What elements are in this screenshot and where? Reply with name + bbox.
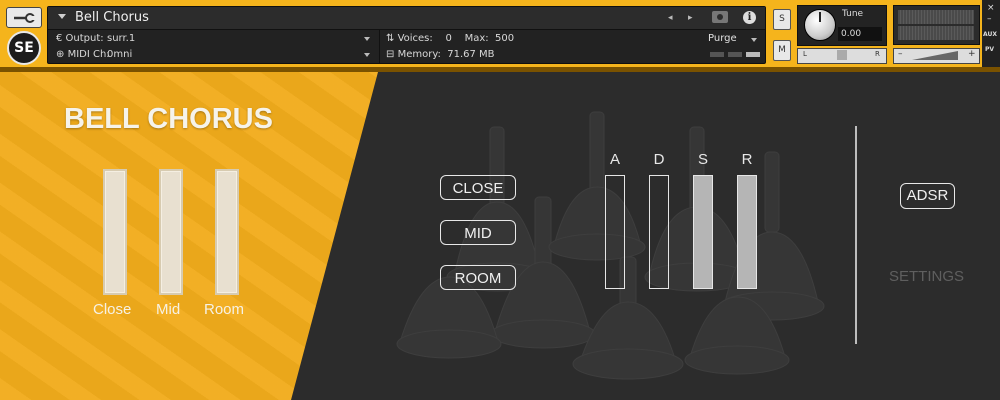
window-controls: × – AUX PV — [982, 0, 1000, 67]
mute-button[interactable]: M — [773, 40, 791, 61]
volume-slider[interactable]: – + — [893, 48, 980, 64]
mid-slider-label: Mid — [156, 301, 181, 318]
tune-label: Tune — [842, 9, 864, 19]
release-fill — [738, 176, 756, 288]
memory-label: Memory: — [397, 49, 441, 60]
solo-button[interactable]: S — [773, 9, 791, 30]
midi-channel-row[interactable]: ⊕ MIDI Ch: 0mni — [48, 47, 378, 63]
output-label-text: Output: — [65, 33, 104, 44]
level-meter-left — [898, 10, 974, 24]
aux-button[interactable]: AUX — [983, 31, 997, 38]
release-label: R — [741, 151, 753, 168]
close-mic-button[interactable]: CLOSE — [440, 175, 516, 200]
next-instrument-icon[interactable]: ▸ — [688, 13, 693, 23]
attack-slider[interactable] — [605, 175, 625, 289]
room-mic-button[interactable]: ROOM — [440, 265, 516, 290]
room-mix-slider[interactable] — [215, 169, 239, 295]
midi-label: ⊕ MIDI Ch: — [56, 49, 110, 60]
tune-control: Tune 0.00 — [797, 5, 887, 46]
decay-label: D — [653, 151, 665, 168]
purge-indicator — [746, 52, 760, 57]
mid-mix-slider[interactable] — [159, 169, 183, 295]
previous-instrument-icon[interactable]: ◂ — [668, 13, 673, 23]
attack-label: A — [609, 151, 620, 168]
volume-minus-label: – — [898, 49, 903, 59]
sustain-slider[interactable] — [693, 175, 713, 289]
instrument-menu-arrow-icon[interactable] — [58, 14, 66, 19]
pan-slider[interactable]: L R — [797, 48, 887, 64]
pan-right-label: R — [875, 50, 880, 58]
wrench-glyph — [14, 12, 35, 23]
volume-ramp-icon — [912, 51, 958, 60]
purge-indicator — [728, 52, 742, 57]
minimize-icon[interactable]: – — [987, 14, 992, 24]
instrument-info-panel: Bell Chorus ◂ ▸ i € Output: surr.1 ⊕ MID… — [47, 6, 766, 64]
settings-button[interactable]: SETTINGS — [889, 268, 964, 285]
release-slider[interactable] — [737, 175, 757, 289]
output-dropdown-icon[interactable] — [364, 37, 370, 41]
output-value: surr.1 — [107, 33, 136, 44]
adsr-button[interactable]: ADSR — [900, 183, 955, 209]
output-label: € Output: — [56, 33, 104, 44]
room-slider-label: Room — [204, 301, 245, 318]
level-meters — [893, 5, 980, 45]
output-row[interactable]: € Output: surr.1 — [48, 31, 378, 47]
instrument-title: BELL CHORUS — [64, 103, 273, 135]
midi-label-text: MIDI Ch: — [67, 49, 110, 60]
voices-row: ⇅ Voices: 0 Max: 500 — [386, 33, 515, 44]
voices-label: Voices: — [397, 33, 433, 44]
info-icon[interactable]: i — [743, 11, 756, 24]
brand-logo: SE — [7, 31, 41, 65]
pan-left-label: L — [803, 50, 807, 58]
close-icon[interactable]: × — [987, 3, 995, 13]
max-voices-value[interactable]: 500 — [495, 33, 514, 44]
camera-icon[interactable] — [712, 11, 728, 23]
tune-value[interactable]: 0.00 — [838, 27, 882, 41]
mid-mic-button[interactable]: MID — [440, 220, 516, 245]
tune-knob[interactable] — [804, 9, 836, 41]
midi-dropdown-icon[interactable] — [364, 53, 370, 57]
instrument-header: SE Bell Chorus ◂ ▸ i € Output: surr.1 ⊕ … — [0, 0, 1000, 71]
close-mix-slider[interactable] — [103, 169, 127, 295]
purge-menu[interactable]: Purge — [708, 33, 737, 44]
pv-button[interactable]: PV — [985, 46, 994, 53]
purge-indicator — [710, 52, 724, 57]
max-label: Max: — [464, 33, 489, 44]
memory-value: 71.67 MB — [447, 49, 495, 60]
wrench-icon[interactable] — [6, 7, 42, 28]
decay-slider[interactable] — [649, 175, 669, 289]
memory-row: ⊟ Memory: 71.67 MB — [386, 49, 495, 60]
sustain-fill — [694, 176, 712, 288]
info-divider — [379, 29, 380, 63]
pan-handle[interactable] — [837, 50, 847, 60]
voices-value: 0 — [445, 33, 452, 44]
volume-plus-label: + — [968, 49, 976, 59]
purge-indicators — [710, 52, 762, 57]
close-slider-label: Close — [93, 301, 132, 318]
instrument-title-row: Bell Chorus ◂ ▸ i — [48, 7, 765, 30]
sustain-label: S — [697, 151, 708, 168]
level-meter-right — [898, 26, 974, 40]
purge-dropdown-icon[interactable] — [751, 38, 757, 42]
instrument-panel: BELL CHORUS Close Mid Room CLOSE MID ROO… — [0, 72, 1000, 400]
instrument-name[interactable]: Bell Chorus — [75, 10, 149, 25]
midi-value: 0mni — [107, 49, 133, 60]
panel-divider — [855, 126, 857, 344]
